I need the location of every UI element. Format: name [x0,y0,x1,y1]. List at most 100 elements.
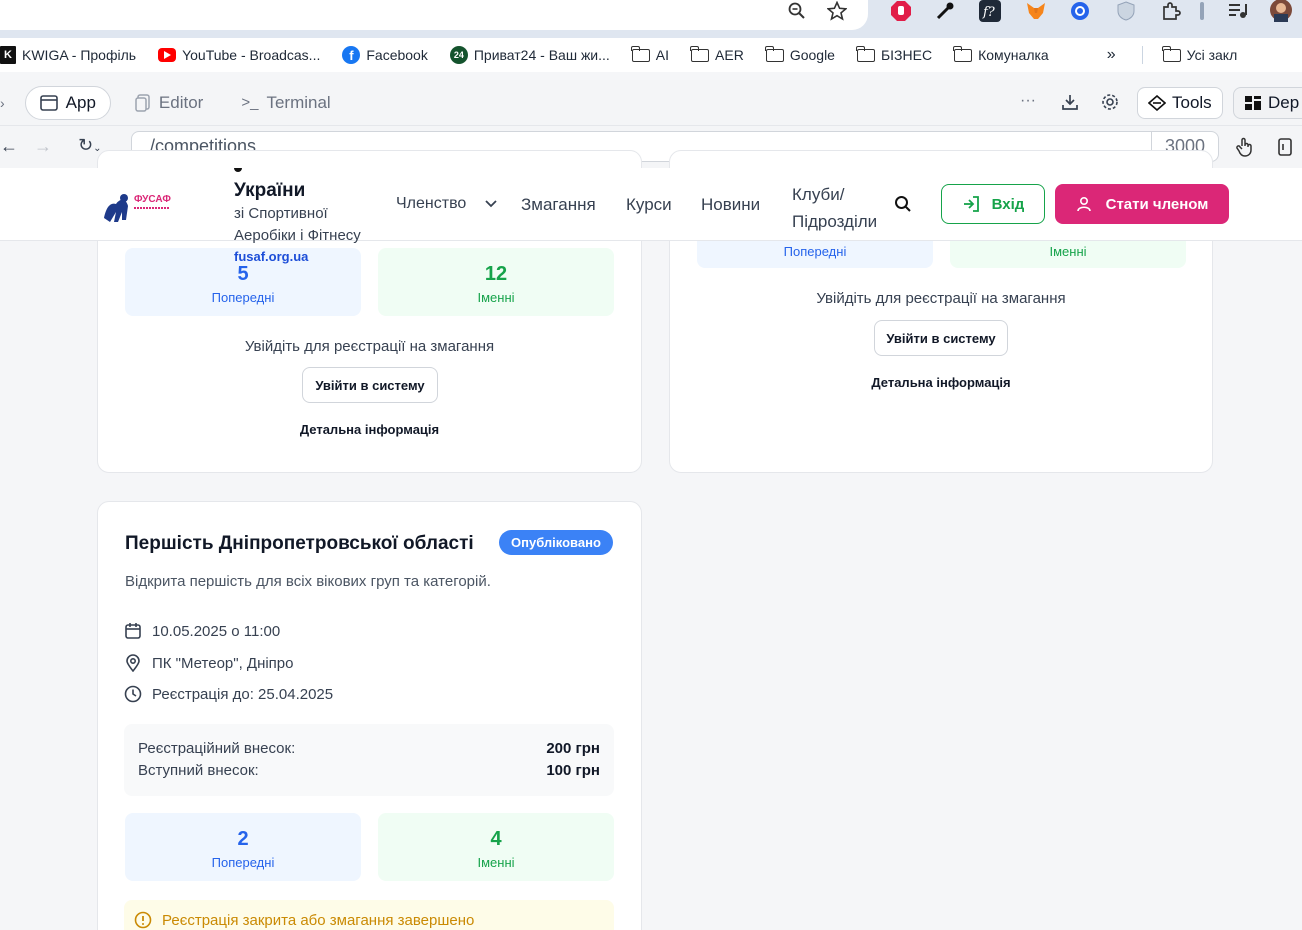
tools-label: Tools [1172,93,1212,112]
org-subtitle-line1: зі Спортивної [234,205,328,222]
login-button[interactable]: Вхід [941,184,1045,224]
metamask-extension-icon[interactable] [1024,0,1048,22]
bookmark-label: AER [715,47,744,63]
search-icon[interactable] [894,195,912,218]
chevron-down-icon [485,200,497,208]
bookmark-label: KWIGA - Профіль [22,47,137,63]
named-stat: 4 Іменні [378,813,614,881]
tab-app[interactable]: App [24,85,111,120]
nav-courses[interactable]: Курси [626,195,672,215]
entry-fee-value: 100 грн [546,762,600,779]
tools-button[interactable]: Tools [1137,87,1223,119]
registration-fee-value: 200 грн [546,740,600,757]
become-member-button[interactable]: Стати членом [1055,184,1229,224]
bookmark-folder-business[interactable]: БІЗНЕС [856,45,932,63]
competition-card: Першість Дніпропетровської області Опубл… [97,501,642,930]
named-label: Іменні [477,290,515,305]
facebook-icon: f [342,46,361,64]
settings-gear-icon[interactable] [1101,93,1119,116]
details-link[interactable]: Детальна інформація [98,422,641,437]
nav-news[interactable]: Новини [701,195,760,215]
bookmark-label: AI [655,47,670,63]
toolbar-divider [1200,2,1204,20]
bookmark-privat24[interactable]: 24 Приват24 - Ваш жи... [449,46,610,64]
preliminary-label: Попередні [211,290,275,305]
bookmark-label: Приват24 - Ваш жи... [473,47,610,63]
org-subtitle-line2: Аеробіки і Фітнесу [234,227,361,244]
site-header: ФУСАФ України зі Спортивної Аеробіки і Ф… [0,168,1302,244]
become-member-label: Стати членом [1105,195,1209,213]
forward-arrow-icon[interactable]: → [34,136,52,157]
eyedropper-extension-icon[interactable] [934,0,956,22]
back-arrow-icon[interactable]: ← [0,136,18,157]
login-prompt: Увійдіть для реєстрації на змагання [816,290,1066,307]
preliminary-label: Попередні [211,855,275,870]
more-options-icon[interactable]: ··· [1020,92,1036,110]
named-label: Іменні [477,855,515,870]
folder-icon [1162,45,1181,62]
nav-membership[interactable]: Членство [396,195,497,213]
named-label: Іменні [1049,244,1087,259]
named-count: 12 [484,263,508,285]
nav-competitions[interactable]: Змагання [521,195,596,215]
bookmark-star-icon[interactable] [826,0,848,22]
registration-fee-label: Реєстраційний внесок: [138,740,296,757]
address-bar-area[interactable] [0,0,868,30]
preliminary-count: 5 [237,263,249,285]
date-row: 10.05.2025 о 11:00 [124,622,280,640]
bookmark-youtube[interactable]: YouTube - Broadcas... [158,47,320,63]
fusaf-logo[interactable]: ФУСАФ [100,188,172,224]
map-pin-icon [126,654,140,672]
tab-label: Terminal [266,92,331,112]
bookmark-folder-utilities[interactable]: Комуналка [953,45,1049,63]
registration-closed-notice: Реєстрація закрита або змагання завершен… [124,900,614,930]
nav-clubs[interactable]: Клуби/ Підрозділи [792,181,877,235]
all-bookmarks[interactable]: Усі закл [1162,45,1237,63]
svg-text:ФУСАФ: ФУСАФ [134,194,171,205]
org-site-link[interactable]: fusaf.org.ua [234,249,308,264]
bookmark-folder-ai[interactable]: AI [631,45,670,63]
nav-clubs-line2: Підрозділи [792,212,878,231]
privat24-icon: 24 [449,46,468,64]
file-icon [135,93,150,112]
registration-deadline: Реєстрація до: 25.04.2025 [152,685,334,703]
reload-icon[interactable]: ↻⌄ [78,135,101,156]
deadline-row: Реєстрація до: 25.04.2025 [124,685,333,703]
zoom-icon[interactable] [786,0,808,22]
deploy-icon [1245,96,1261,110]
bookmark-kwiga[interactable]: K KWIGA - Профіль [0,46,136,64]
extensions-puzzle-icon[interactable] [1160,0,1182,22]
media-control-icon[interactable] [1227,0,1249,22]
details-link[interactable]: Детальна інформація [670,375,1212,390]
closed-notice-text: Реєстрація закрита або змагання завершен… [162,911,475,929]
download-icon[interactable] [1061,93,1079,116]
font-extension-icon[interactable]: f? [978,0,1002,22]
competition-location: ПК "Метеор", Дніпро [152,654,294,672]
preliminary-stat: 2 Попередні [125,813,361,881]
bookmark-folder-aer[interactable]: AER [690,45,744,63]
kwiga-icon: K [0,46,16,64]
chevron-right-icon[interactable]: › [0,95,5,111]
shield-extension-icon[interactable] [1115,0,1137,22]
pointer-hand-icon[interactable] [1236,137,1254,162]
device-preview-icon[interactable] [1277,138,1293,161]
deploy-button[interactable]: Dep [1233,87,1302,119]
tab-label: Editor [158,92,204,112]
bookmark-facebook[interactable]: f Facebook [342,46,428,64]
login-label: Вхід [991,195,1025,213]
named-count: 4 [490,828,502,850]
tab-editor[interactable]: Editor [121,87,217,119]
signin-button[interactable]: Увійти в систему [302,367,438,403]
adblock-extension-icon[interactable] [890,0,912,22]
bookmarks-divider [1141,46,1143,64]
more-bookmarks-chevron-icon[interactable]: » [1107,46,1116,64]
bookmark-folder-google[interactable]: Google [765,45,835,63]
ide-toolbar: › App Editor >_ Terminal ··· Tools Dep [0,80,1302,126]
tab-terminal[interactable]: >_ Terminal [227,87,344,119]
profile-avatar[interactable] [1268,0,1294,22]
folder-icon [765,45,784,62]
signin-button[interactable]: Увійти в систему [874,320,1008,356]
calendar-icon [125,623,141,639]
target-extension-icon[interactable] [1069,0,1091,22]
clock-icon [124,685,142,703]
